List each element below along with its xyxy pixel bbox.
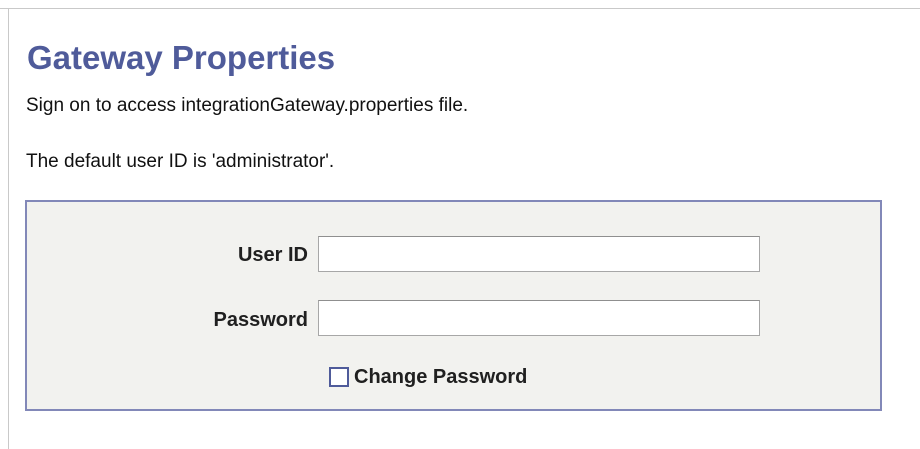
password-input[interactable]	[318, 300, 760, 336]
page-title: Gateway Properties	[27, 39, 336, 76]
default-user-instruction: The default user ID is 'administrator'.	[26, 151, 335, 172]
signon-form: User ID Password Change Password	[25, 200, 882, 411]
change-password-checkbox[interactable]	[329, 367, 349, 387]
signon-instruction: Sign on to access integrationGateway.pro…	[26, 95, 469, 116]
change-password-label[interactable]: Change Password	[354, 365, 527, 389]
password-label: Password	[213, 309, 308, 331]
left-divider	[8, 8, 9, 449]
top-divider	[0, 8, 920, 9]
user-id-label: User ID	[237, 244, 308, 266]
page-frame: Gateway Properties Sign on to access int…	[0, 0, 920, 449]
user-id-input[interactable]	[318, 236, 760, 272]
change-password-option[interactable]: Change Password	[329, 364, 527, 390]
